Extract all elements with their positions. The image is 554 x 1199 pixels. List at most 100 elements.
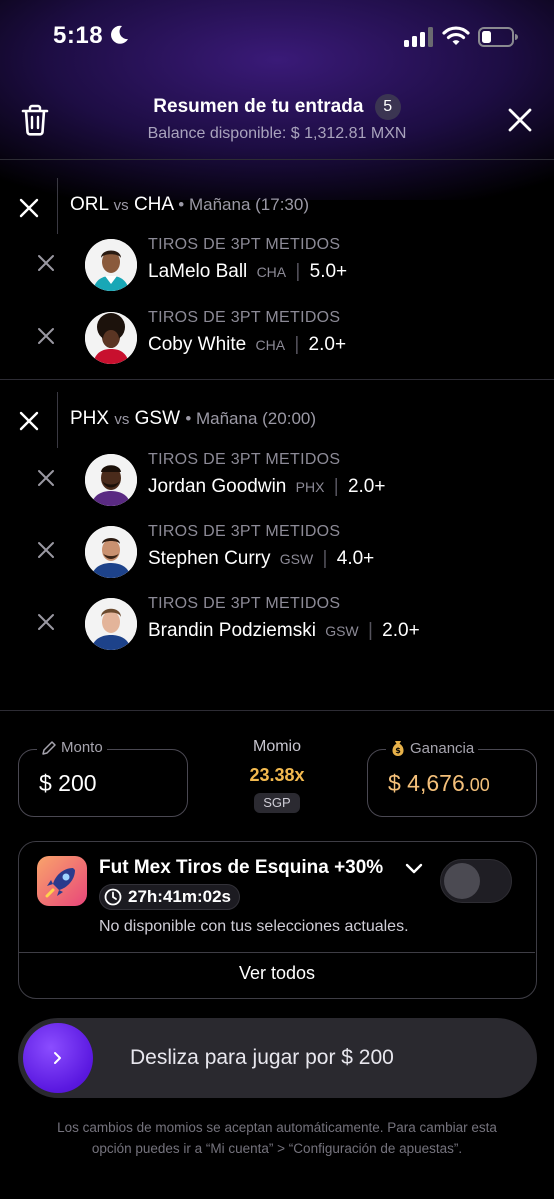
player-team: GSW — [279, 551, 314, 567]
battery-icon — [478, 27, 518, 47]
slide-to-bet[interactable]: Desliza para jugar por $ 200 — [18, 1018, 537, 1098]
leg-jordan-goodwin: TIROS DE 3PT METIDOS Jordan Goodwin PHX … — [0, 451, 554, 511]
leg-lamelo-ball: TIROS DE 3PT METIDOS LaMelo Ball CHA | 5… — [0, 236, 554, 296]
player-avatar — [85, 526, 137, 578]
player-avatar — [85, 598, 137, 650]
rocket-icon — [37, 856, 87, 906]
player-line: Coby White CHA | 2.0+ — [148, 334, 346, 356]
player-line: Jordan Goodwin PHX | 2.0+ — [148, 476, 385, 498]
market-label: TIROS DE 3PT METIDOS — [148, 309, 341, 326]
team-b: GSW — [134, 408, 181, 429]
promo-toggle-knob — [444, 863, 480, 899]
separator: | — [333, 476, 339, 497]
market-label: TIROS DE 3PT METIDOS — [148, 236, 341, 253]
player-line: Brandin Podziemski GSW | 2.0+ — [148, 620, 420, 642]
market-label: TIROS DE 3PT METIDOS — [148, 523, 341, 540]
prop-line: 4.0+ — [336, 548, 375, 569]
remove-leg-icon[interactable] — [37, 541, 55, 559]
signal-icon — [404, 27, 433, 47]
svg-text:$: $ — [395, 746, 401, 755]
amount-field[interactable]: Monto $ 200 — [18, 739, 188, 817]
promo-toggle[interactable] — [440, 859, 512, 903]
player-name: Jordan Goodwin — [148, 476, 287, 497]
leg-brandin-podziemski: TIROS DE 3PT METIDOS Brandin Podziemski … — [0, 595, 554, 655]
team-b: CHA — [133, 194, 174, 215]
game-card-orl-cha: ORL vs CHA • Mañana (17:30) TIROS DE 3PT… — [0, 160, 554, 379]
bet-section-divider — [0, 710, 554, 711]
remove-leg-icon[interactable] — [37, 469, 55, 487]
winnings-decimals: .00 — [464, 775, 490, 795]
prop-line: 2.0+ — [347, 476, 386, 497]
remove-game-icon[interactable] — [18, 197, 40, 219]
game-divider-line — [57, 392, 58, 448]
team-a: ORL — [70, 194, 109, 215]
player-team: CHA — [256, 264, 287, 280]
amount-value[interactable]: $ 200 — [39, 770, 97, 797]
amount-label: Monto — [61, 739, 103, 756]
player-name: Brandin Podziemski — [148, 620, 316, 641]
promo-title: Fut Mex Tiros de Esquina +30% — [99, 857, 384, 878]
close-icon[interactable] — [506, 106, 534, 134]
market-label: TIROS DE 3PT METIDOS — [148, 595, 341, 612]
remove-leg-icon[interactable] — [37, 613, 55, 631]
remove-leg-icon[interactable] — [37, 327, 55, 345]
remove-leg-icon[interactable] — [37, 254, 55, 272]
moon-icon — [111, 25, 128, 44]
winnings-label-wrap: $ Ganancia — [386, 739, 479, 757]
pencil-icon — [42, 740, 56, 755]
vs-label: vs — [114, 411, 130, 428]
promo-note: No disponible con tus selecciones actual… — [99, 918, 409, 935]
footer-line-2: opción puedes ir a “Mi cuenta” > “Config… — [91, 1141, 463, 1156]
winnings-label: Ganancia — [410, 739, 475, 757]
remove-game-icon[interactable] — [18, 410, 40, 432]
odds-label: Momio — [252, 738, 301, 755]
prop-line: 2.0+ — [382, 620, 420, 641]
odds-value: 23.38x — [249, 765, 305, 785]
winnings-main: $ 4,676 — [388, 770, 465, 796]
player-team: CHA — [255, 337, 286, 353]
player-line: LaMelo Ball CHA | 5.0+ — [148, 261, 347, 283]
separator: | — [367, 620, 373, 641]
slider-label: Desliza para jugar por $ 200 — [130, 1046, 394, 1069]
winnings-field: $ Ganancia $ 4,676.00 — [367, 739, 537, 817]
clock-icon — [104, 888, 122, 906]
slider-handle[interactable] — [23, 1023, 93, 1093]
game-title: ORL vs CHA • Mañana (17:30) — [70, 194, 309, 216]
status-time: 5:18 — [53, 22, 104, 49]
player-name: LaMelo Ball — [148, 261, 248, 282]
player-avatar — [85, 454, 137, 506]
see-all-button[interactable]: Ver todos — [19, 952, 535, 998]
prop-line: 5.0+ — [309, 261, 348, 282]
page-title: Resumen de tu entrada 5 — [0, 94, 554, 120]
footer-line-1: Los cambios de momios se aceptan automát… — [57, 1120, 497, 1135]
player-name: Coby White — [148, 334, 247, 355]
promo-timer: 27h:41m:02s — [99, 884, 241, 910]
chevron-down-icon[interactable] — [404, 862, 424, 876]
promo-card: Fut Mex Tiros de Esquina +30% 27h:41m:02… — [18, 841, 537, 999]
market-label: TIROS DE 3PT METIDOS — [148, 451, 341, 468]
chevron-right-icon — [54, 1052, 61, 1064]
sgp-badge: SGP — [254, 793, 300, 813]
leg-coby-white: TIROS DE 3PT METIDOS Coby White CHA | 2.… — [0, 309, 554, 369]
game-divider-line — [57, 178, 58, 234]
entry-summary-header: Resumen de tu entrada 5 Balance disponib… — [0, 86, 554, 160]
wifi-icon — [442, 26, 470, 45]
game-time: • Mañana (17:30) — [178, 195, 309, 214]
game-title: PHX vs GSW • Mañana (20:00) — [70, 408, 316, 430]
team-a: PHX — [70, 408, 110, 429]
player-team: PHX — [295, 479, 325, 495]
odds-change-note: Los cambios de momios se aceptan automát… — [20, 1117, 534, 1159]
money-bag-icon: $ — [392, 741, 404, 756]
player-name: Stephen Curry — [148, 548, 271, 569]
status-bar: 5:18 — [0, 0, 554, 74]
player-team: GSW — [325, 623, 359, 639]
available-balance: Balance disponible: $ 1,312.81 MXN — [147, 125, 407, 142]
vs-label: vs — [113, 197, 129, 214]
player-line: Stephen Curry GSW | 4.0+ — [148, 548, 374, 570]
amount-label-wrap: Monto — [37, 739, 107, 756]
game-card-phx-gsw: PHX vs GSW • Mañana (20:00) TIROS DE 3PT… — [0, 380, 554, 710]
separator: | — [295, 261, 301, 282]
promo-timer-text: 27h:41m:02s — [128, 887, 232, 906]
prop-line: 2.0+ — [308, 334, 347, 355]
selection-count-badge: 5 — [374, 94, 401, 120]
